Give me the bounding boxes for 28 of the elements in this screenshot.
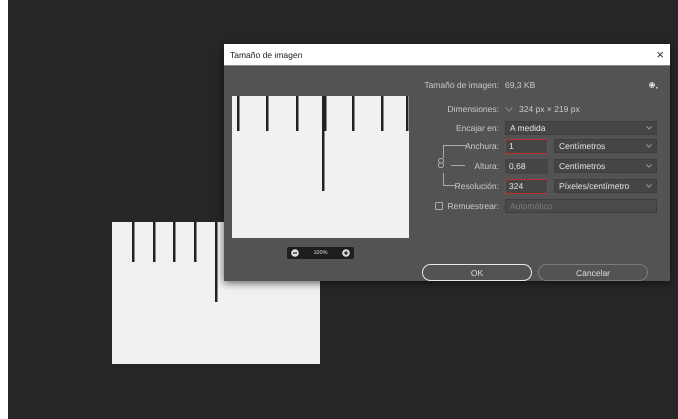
image-size-value: 69,3 KB [505, 80, 536, 90]
field-label: Resolución: [454, 181, 499, 191]
field-label: Tamaño de imagen: [423, 80, 500, 90]
field-label: Dimensiones: [446, 104, 500, 114]
checkbox-label: Remuestrear: [448, 201, 499, 211]
unit-dropdown[interactable]: Píxeles/centímetro [554, 179, 657, 193]
settings-icon[interactable] [648, 81, 658, 89]
close-button[interactable]: × [656, 48, 664, 61]
chevron-down-icon [646, 184, 652, 188]
chevron-down-icon [646, 126, 652, 130]
input-field[interactable]: 324 [505, 178, 548, 194]
chevron-down-icon [646, 164, 652, 168]
dialog-button[interactable]: Cancelar [538, 264, 648, 281]
dialog-button[interactable]: OK [422, 264, 532, 281]
unit-dropdown[interactable]: Centímetros [554, 159, 657, 173]
field-label: Altura: [474, 161, 499, 171]
input-field[interactable]: 1 [505, 138, 548, 154]
chain-link-icon[interactable] [438, 158, 444, 168]
zoom-in-icon[interactable] [342, 249, 350, 257]
fit-to-dropdown[interactable]: A medida [505, 120, 657, 134]
input-field[interactable]: 0,68 [505, 158, 548, 174]
dialog-title: Tamaño de imagen [230, 50, 302, 60]
chevron-down-icon [646, 144, 652, 148]
field-label: Encajar en: [455, 122, 500, 132]
zoom-out-icon[interactable] [291, 249, 300, 257]
unit-dropdown[interactable]: Centímetros [554, 139, 657, 153]
field-label: Anchura: [464, 141, 499, 151]
dimensions-value: 324 px × 219 px [519, 104, 580, 114]
